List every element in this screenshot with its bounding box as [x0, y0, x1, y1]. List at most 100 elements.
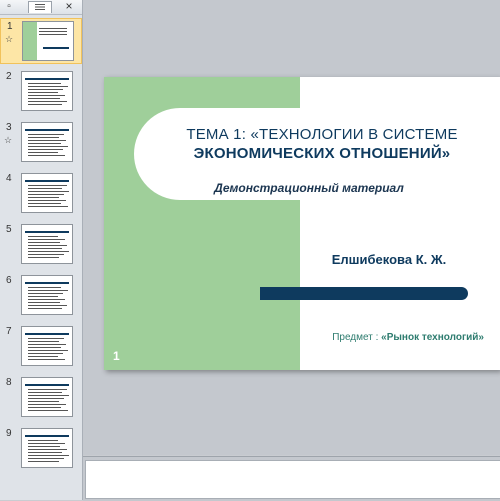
thumbnail-text-line	[28, 149, 63, 150]
thumbnail-text-line	[28, 146, 68, 147]
panel-tabs: ▫ ×	[0, 0, 82, 15]
thumbnail-text-line	[28, 353, 63, 354]
thumbnail-preview	[21, 275, 73, 315]
thumbnail-text-line	[28, 101, 67, 102]
title-line-1: ТЕМА 1: «ТЕХНОЛОГИИ В СИСТЕМЕ	[186, 126, 458, 143]
thumbnail-text-line	[28, 299, 65, 300]
subject-name: «Рынок технологий»	[381, 332, 484, 343]
thumbnail-text-line	[28, 341, 59, 342]
thumbnail-number: 9	[6, 428, 12, 439]
thumbnail-text-line	[28, 392, 62, 393]
slide-thumbnail-8[interactable]: 8	[0, 375, 82, 421]
thumbnail-preview	[21, 71, 73, 111]
thumbnail-text-line	[28, 95, 65, 96]
slide-thumbnail-4[interactable]: 4	[0, 171, 82, 217]
animation-icon: ☆	[4, 135, 13, 145]
thumbnail-text-line	[28, 401, 59, 402]
thumbnail-text-line	[28, 185, 67, 186]
thumbnail-number: 4	[6, 173, 12, 184]
thumbnail-text-line	[28, 143, 61, 144]
thumbnail-text-line	[28, 197, 59, 198]
thumbnail-text-line	[39, 28, 67, 29]
thumbnail-text-line	[39, 31, 67, 32]
slides-tab[interactable]: ▫	[2, 1, 16, 12]
thumbnail-text-line	[28, 134, 64, 135]
thumbnail-preview	[21, 377, 73, 417]
thumbnail-number: 3	[6, 122, 12, 133]
thumbnail-text-line	[28, 254, 64, 255]
slide-author[interactable]: Елшибекова К. Ж.	[304, 252, 474, 267]
notes-area	[83, 456, 500, 501]
thumbnail-preview	[21, 173, 73, 213]
thumbnail-text-line	[28, 398, 64, 399]
thumbnail-preview	[21, 224, 73, 264]
thumbnail-bar	[25, 78, 69, 80]
slide-thumbnail-3[interactable]: 3 ☆	[0, 120, 82, 166]
thumbnail-text-line	[28, 290, 68, 291]
thumbnail-text-line	[28, 287, 61, 288]
thumbnail-text-line	[28, 92, 58, 93]
thumbnail-preview	[21, 428, 73, 468]
thumbnail-text-line	[28, 152, 58, 153]
thumbnail-green-panel	[23, 22, 37, 60]
thumbnail-text-line	[28, 200, 66, 201]
thumbnail-number: 6	[6, 275, 12, 286]
thumbnail-text-line	[28, 194, 64, 195]
thumbnail-text-line	[28, 296, 58, 297]
thumbnail-text-line	[28, 206, 68, 207]
slide-canvas[interactable]: ТЕМА 1: «ТЕХНОЛОГИИ В СИСТЕМЕ ЭКОНОМИЧЕС…	[104, 77, 500, 370]
thumbnail-bar	[25, 129, 69, 131]
thumbnail-text-line	[28, 203, 61, 204]
close-panel-button[interactable]: ×	[64, 0, 74, 12]
slide-thumbnail-6[interactable]: 6	[0, 273, 82, 319]
thumbnail-text-line	[28, 410, 68, 411]
subject-prefix: Предмет :	[332, 332, 382, 343]
thumbnail-text-line	[28, 140, 66, 141]
thumbnail-text-line	[28, 395, 69, 396]
thumbnail-text-line	[28, 446, 60, 447]
slide-thumbnail-7[interactable]: 7	[0, 324, 82, 370]
thumbnail-bar	[25, 435, 69, 437]
slide-thumbnail-1[interactable]: 1 ☆	[0, 18, 82, 64]
thumbnail-text-line	[28, 338, 64, 339]
thumbnail-text-line	[28, 83, 61, 84]
thumbnail-number: 5	[6, 224, 12, 235]
slide-thumbnail-2[interactable]: 2	[0, 69, 82, 115]
slide-number: 1	[113, 349, 120, 363]
thumbnail-text-line	[28, 86, 68, 87]
thumbnail-text-line	[28, 449, 67, 450]
thumbnail-number: 7	[6, 326, 12, 337]
slide-subtitle[interactable]: Демонстрационный материал	[164, 181, 454, 195]
thumbnail-text-line	[28, 188, 62, 189]
outline-tab[interactable]	[28, 1, 52, 13]
outline-view-icon	[35, 4, 45, 10]
thumbnail-text-line	[28, 236, 58, 237]
thumbnail-text-line	[28, 350, 68, 351]
thumbnail-text-line	[28, 389, 67, 390]
thumbnail-text-line	[28, 242, 60, 243]
slide-title[interactable]: ТЕМА 1: «ТЕХНОЛОГИИ В СИСТЕМЕ ЭКОНОМИЧЕС…	[152, 125, 492, 163]
thumbnail-text-line	[28, 104, 62, 105]
slide-thumbnail-panel: ▫ × 1 ☆ 2 3 ☆ 4 5 6 7 8 9	[0, 0, 83, 500]
thumbnail-text-line	[28, 98, 60, 99]
thumbnail-bar	[25, 384, 69, 386]
thumbnail-preview	[21, 122, 73, 162]
animation-icon: ☆	[5, 34, 14, 44]
thumbnail-text-line	[28, 347, 61, 348]
thumbnail-text-line	[28, 155, 65, 156]
thumbnail-bar	[25, 282, 69, 284]
thumbnail-text-line	[28, 239, 65, 240]
notes-input[interactable]	[85, 460, 500, 499]
slide-thumbnail-5[interactable]: 5	[0, 222, 82, 268]
slide-thumbnail-9[interactable]: 9	[0, 426, 82, 472]
thumbnail-text-line	[28, 461, 59, 462]
thumbnail-text-line	[39, 34, 67, 35]
thumbnail-number: 2	[6, 71, 12, 82]
thumbnail-text-line	[28, 191, 69, 192]
thumbnail-text-line	[28, 452, 62, 453]
thumbnail-text-line	[28, 89, 63, 90]
thumbnail-text-line	[28, 257, 59, 258]
slide-subject[interactable]: Предмет : «Рынок технологий»	[304, 332, 484, 343]
thumbnail-bar	[25, 180, 69, 182]
thumbnail-text-line	[28, 344, 66, 345]
